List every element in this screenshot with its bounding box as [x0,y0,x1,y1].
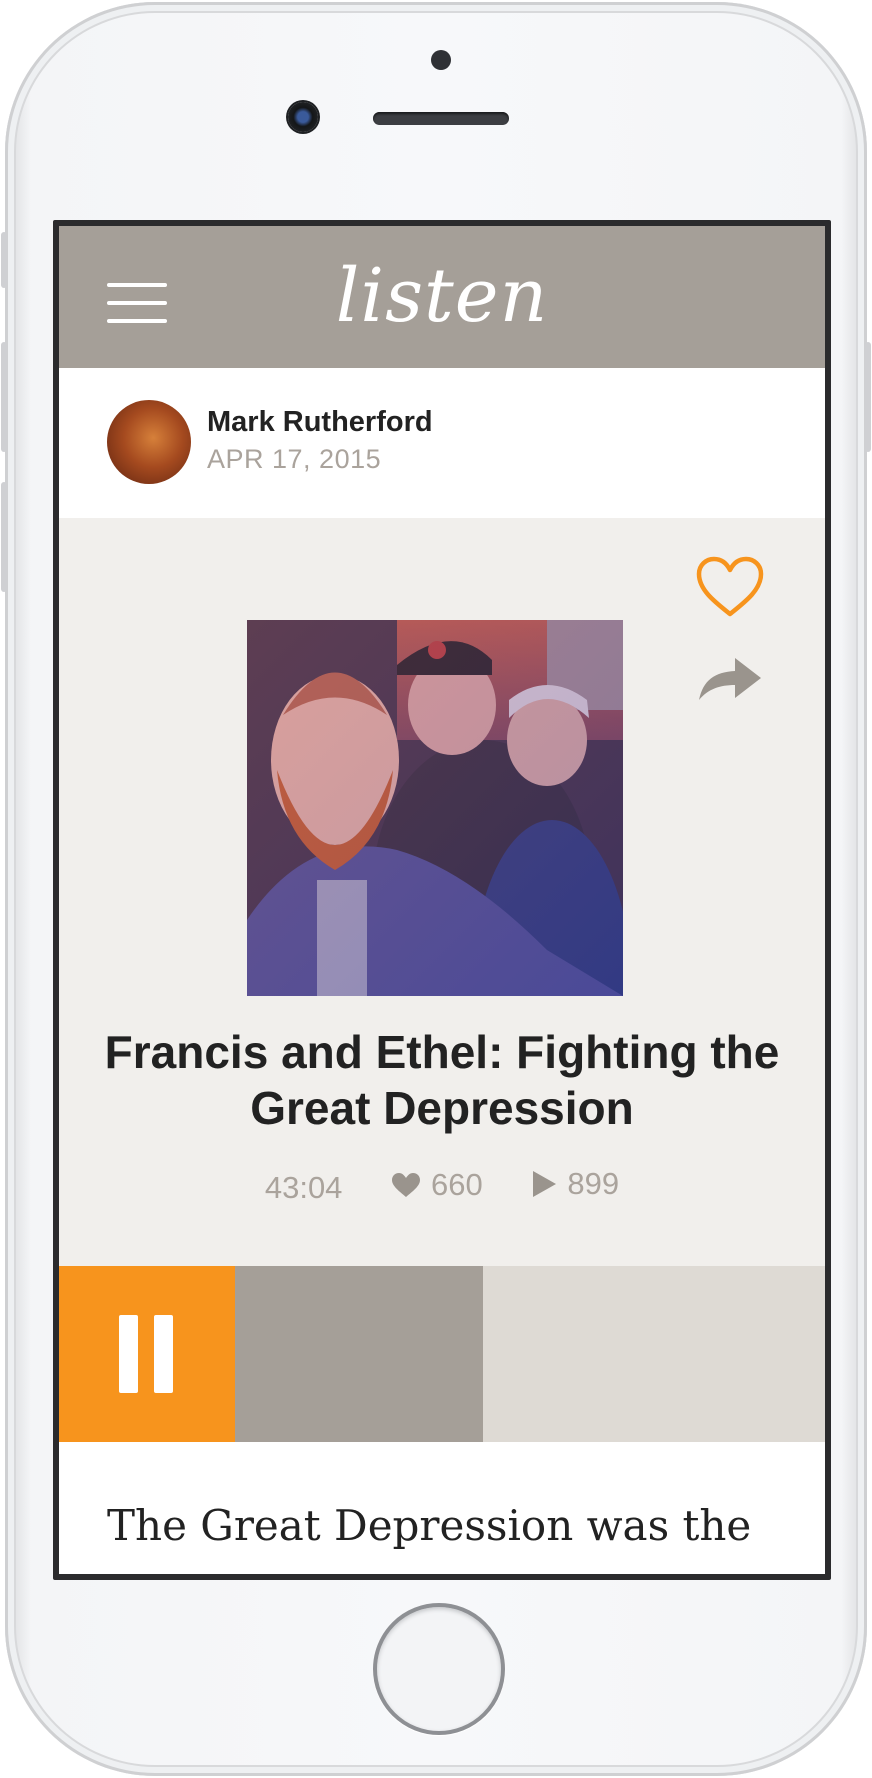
duration-value: 43:04 [264,1170,343,1205]
heart-filled-icon [392,1173,421,1197]
earpiece-speaker [373,112,509,125]
plays-stat: 899 [531,1166,619,1202]
plays-count: 899 [567,1166,620,1201]
progress-played[interactable] [235,1266,483,1442]
mute-switch [1,232,7,288]
proximity-sensor [431,50,451,70]
progress-remaining[interactable] [483,1266,825,1442]
heart-outline-icon[interactable] [695,556,765,618]
author-row[interactable]: Mark Rutherford APR 17, 2015 [59,368,825,518]
story-title[interactable]: Francis and Ethel: Fighting the Great De… [89,1024,795,1136]
front-camera [288,102,318,132]
avatar[interactable] [107,400,191,484]
post-date: APR 17, 2015 [207,444,382,474]
play-triangle-icon [533,1171,557,1197]
pause-icon-bar [154,1315,173,1393]
power-button [865,342,871,452]
cover-photo-illustration [247,620,623,996]
volume-down-button [1,482,7,592]
audio-player [59,1266,825,1442]
story-card: Francis and Ethel: Fighting the Great De… [59,518,825,1266]
article-first-line: The Great Depression was the [107,1501,752,1550]
author-name[interactable]: Mark Rutherford [207,406,433,439]
share-arrow-icon[interactable] [695,654,765,704]
pause-icon [119,1315,138,1393]
volume-up-button [1,342,7,452]
story-cover-photo[interactable] [247,620,623,996]
app-logo[interactable]: listen [59,256,825,336]
article-body: The Great Depression was the [59,1442,825,1574]
likes-count: 660 [431,1167,483,1202]
home-button[interactable] [373,1603,505,1735]
likes-stat: 660 [391,1167,483,1203]
app-header: listen [59,226,825,368]
story-stats: 43:04 660 899 [59,1166,825,1206]
app-screen: listen Mark Rutherford APR 17, 2015 Fran… [53,220,831,1580]
duration-stat: 43:04 [265,1170,343,1206]
pause-button[interactable] [59,1266,235,1442]
